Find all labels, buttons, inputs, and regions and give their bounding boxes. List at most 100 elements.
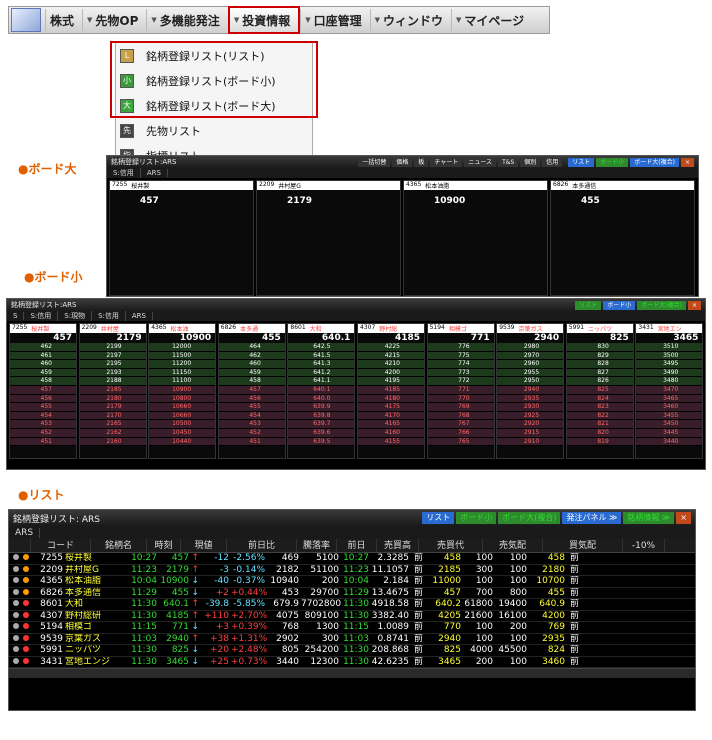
close-icon[interactable]: × xyxy=(676,512,691,524)
board-large-toolbar-1[interactable]: 価格 xyxy=(392,157,413,167)
list-row[interactable]: 9539 京葉ガス 11:03 2940 ↑ +38 +1.31% 2902 300 11:03 0… xyxy=(9,633,695,645)
row-cell-9: 11:29 xyxy=(343,587,369,598)
list-row[interactable]: 5991 ニッパツ 11:30 825 ↓ +20 +2.48% 805 254200 11:30… xyxy=(9,645,695,657)
column-header-8[interactable]: 売買代 xyxy=(419,539,483,552)
board-large-toolbar-0[interactable]: 一括切替 xyxy=(358,157,391,167)
row-cell-2: 11:30 xyxy=(131,645,157,655)
board-large-toolbar-5[interactable]: T&S xyxy=(498,157,519,167)
tab-0[interactable]: S:信用 xyxy=(107,168,141,178)
tab-2[interactable]: S:現物 xyxy=(58,311,93,321)
column-header: 2209 井村屋 xyxy=(79,324,146,333)
status-dot-icon xyxy=(13,657,19,664)
column-header-2[interactable]: 時刻 xyxy=(147,539,181,552)
list-view-button-2[interactable]: ボード大(複合) xyxy=(498,512,561,524)
list-row[interactable]: 7255 桜井製 10:27 457 ↑ -12 -2.56% 469 5100 10:27 2.3… xyxy=(9,553,695,565)
board-small-column: 8601 大和 640.1 642.5 641.5 641.3 641.2 641.1 640.… xyxy=(287,323,356,459)
tab-0[interactable]: S xyxy=(7,312,25,320)
close-icon[interactable]: × xyxy=(687,300,701,310)
board-large-view-button-1[interactable]: ボード小 xyxy=(596,157,629,167)
list-view-button-0[interactable]: リスト xyxy=(422,512,455,524)
column-code: 6826 xyxy=(220,324,237,331)
row-cell-12: 640.2 xyxy=(435,599,461,609)
list-view-button-4[interactable]: 銘柄情報 ≫ xyxy=(623,512,675,524)
column-header-4[interactable]: 前日比 xyxy=(227,539,297,552)
list-row[interactable]: 3431 宮地エンジ 11:30 3465 ↓ +25 +0.73% 3440 12300 11:… xyxy=(9,656,695,668)
row-cell-0: 6826 xyxy=(40,587,63,598)
order-book-row: 4170 xyxy=(358,411,424,421)
nav-item-6[interactable]: ▼ マイページ xyxy=(451,9,532,31)
tab-4[interactable]: ARS xyxy=(126,312,153,320)
board-small-view-button-2[interactable]: ボード大(複合) xyxy=(637,300,686,310)
chart-logo-icon[interactable] xyxy=(11,8,41,32)
nav-item-1[interactable]: ▼ 先物OP xyxy=(82,9,146,31)
list-view-button-1[interactable]: ボード小 xyxy=(456,512,497,524)
column-header-9[interactable]: 売気配 xyxy=(483,539,543,552)
tab-ars[interactable]: ARS xyxy=(9,527,41,538)
board-large-view-button-2[interactable]: ボード大(複合) xyxy=(630,157,679,167)
nav-item-4[interactable]: ▼ 口座管理 xyxy=(300,9,369,31)
list-row[interactable]: 6826 本多通信 11:29 455 ↓ +2 +0.44% 453 29700 11:29 13… xyxy=(9,587,695,599)
row-cell-16: 前 xyxy=(569,599,579,609)
row-cell-16: 前 xyxy=(569,564,579,575)
row-markers xyxy=(9,657,33,668)
column-header-7[interactable]: 売買高 xyxy=(377,539,419,552)
board-small-titlebar: 銘柄登録リスト:ARS リスト ボード小 ボード大(複合) × xyxy=(7,299,705,311)
column-code: 8601 xyxy=(290,324,306,331)
row-cell-0: 5194 xyxy=(40,622,63,632)
row-cell-2: 10:27 xyxy=(131,553,157,563)
tab-1[interactable]: ARS xyxy=(141,169,168,177)
row-cell-6: +1.31% xyxy=(231,633,267,644)
horizontal-scrollbar[interactable] xyxy=(9,668,695,678)
row-cell-10: 42.6235 xyxy=(371,656,409,667)
tab-3[interactable]: S:信用 xyxy=(92,311,126,321)
row-cell-9: 11:30 xyxy=(343,599,369,609)
list-row[interactable]: 2209 井村屋G 11:23 2179 ↑ -3 -0.14% 2182 51100 11:23… xyxy=(9,564,695,576)
board-large-title: 銘柄登録リスト:ARS xyxy=(111,158,177,166)
row-cell-3: 4185 xyxy=(166,610,189,621)
board-large-toolbar-3[interactable]: チャート xyxy=(430,157,463,167)
tab-1[interactable]: S:信用 xyxy=(24,311,59,321)
board-small-view-button-0[interactable]: リスト xyxy=(575,300,602,310)
board-large-toolbar-2[interactable]: 板 xyxy=(414,157,429,167)
list-row[interactable]: 5194 相模ゴ 11:15 771 ↓ +3 +0.39% 768 1300 11:15 1.00… xyxy=(9,622,695,634)
order-book-row: 4225 xyxy=(358,343,424,352)
board-large-toolbar-6[interactable]: 個別 xyxy=(520,157,541,167)
nav-item-3[interactable]: ▼ 投資情報 xyxy=(227,6,301,34)
column-header-1[interactable]: 銘柄名 xyxy=(91,539,147,552)
row-cell-10: 13.4675 xyxy=(371,587,409,598)
list-titlebar: 銘柄登録リスト: ARS リスト ボード小 ボード大(複合) 発注パネル ≫ 銘柄情報 … xyxy=(9,510,695,526)
row-cell-16: 前 xyxy=(569,656,579,667)
order-book-row: 4175 xyxy=(358,403,424,412)
panel-code: 4365 xyxy=(406,181,422,188)
column-header-5[interactable]: 騰落率 xyxy=(297,539,337,552)
board-large-toolbar-7[interactable]: 信用 xyxy=(542,157,563,167)
column-header-3[interactable]: 現値 xyxy=(181,539,227,552)
column-header-10[interactable]: 買気配 xyxy=(543,539,623,552)
column-header: 8601 大和 xyxy=(288,324,355,333)
column-header-6[interactable]: 前日 xyxy=(337,539,377,552)
board-large-tabs: S:信用 ARS xyxy=(107,168,698,178)
row-cell-14: 100 xyxy=(509,656,527,667)
order-book-row: 829 xyxy=(566,351,633,361)
panel-price: 457 xyxy=(140,196,159,206)
row-cell-1: 野村総研 xyxy=(65,610,102,621)
list-row[interactable]: 4365 松本油脂 10:04 10900 ↓ -40 -0.37% 10940 200 10:0… xyxy=(9,576,695,588)
list-row[interactable]: 8601 大和 11:30 640.1 ↑ -39.8 -5.85% 679.9 7702800… xyxy=(9,599,695,611)
list-row[interactable]: 4307 野村総研 11:30 4185 ↑ +110 +2.70% 4075 809100 11… xyxy=(9,610,695,622)
list-header-row: コード 銘柄名 時刻 現値 前日比 騰落率 前日 売買高 売買代 売気配 買気配 -10% xyxy=(9,539,695,553)
nav-item-2[interactable]: ▼ 多機能発注 xyxy=(146,9,227,31)
menu-item-4[interactable]: 指指標リスト xyxy=(116,143,312,155)
board-large-view-button-0[interactable]: リスト xyxy=(568,157,595,167)
column-header-0[interactable]: コード xyxy=(31,539,91,552)
section-label-board-large: ●ボード大 xyxy=(18,162,77,176)
list-view-button-3[interactable]: 発注パネル ≫ xyxy=(562,512,622,524)
close-icon[interactable]: × xyxy=(680,157,694,167)
order-book-row: 460 xyxy=(10,360,76,369)
board-small-view-button-1[interactable]: ボード小 xyxy=(603,300,636,310)
board-large-toolbar-4[interactable]: ニュース xyxy=(464,157,497,167)
status-dot-icon xyxy=(13,554,19,560)
status-dot-icon xyxy=(13,634,19,641)
menu-item-3[interactable]: 先先物リスト xyxy=(116,118,312,143)
nav-item-0[interactable]: 株式 xyxy=(45,9,82,31)
nav-item-5[interactable]: ▼ ウィンドウ xyxy=(369,9,451,31)
